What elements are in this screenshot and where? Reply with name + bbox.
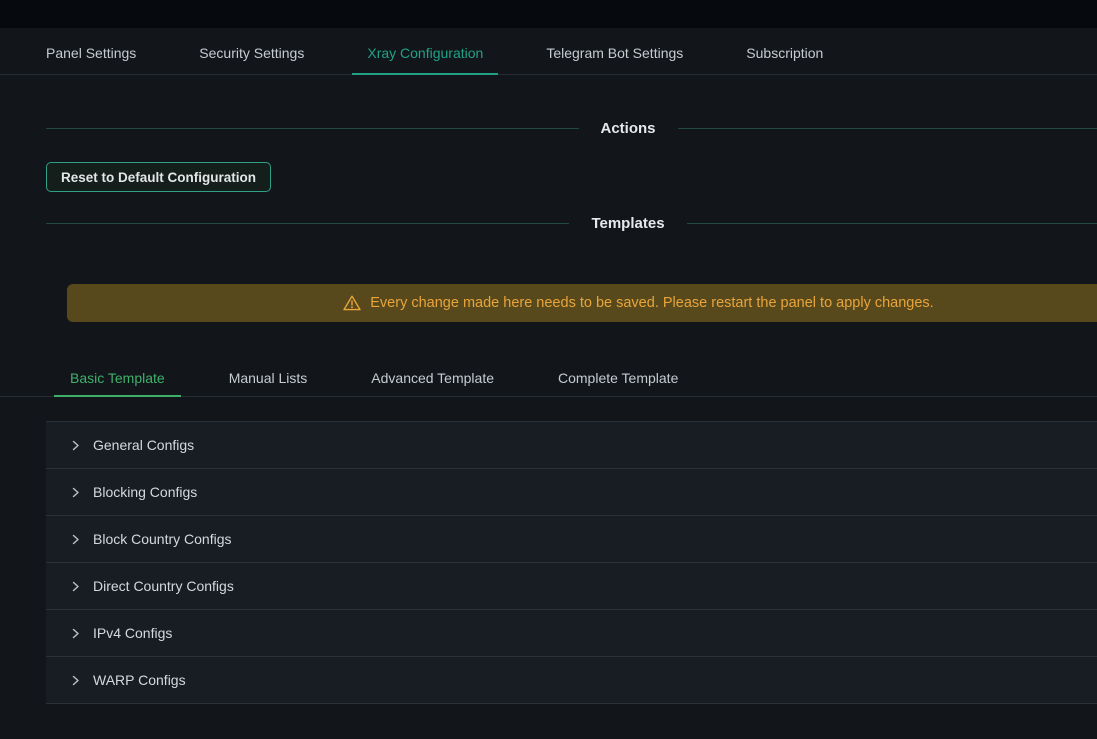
template-tabs: Basic Template Manual Lists Advanced Tem… — [0, 359, 1097, 397]
settings-tabs: Panel Settings Security Settings Xray Co… — [0, 34, 1097, 75]
warning-triangle-icon — [343, 295, 361, 311]
accordion-item-blocking-configs[interactable]: Blocking Configs — [46, 469, 1097, 516]
window-top-bar — [0, 0, 1097, 28]
tab-telegram-bot-settings[interactable]: Telegram Bot Settings — [531, 34, 698, 74]
accordion-item-label: Direct Country Configs — [93, 578, 234, 594]
accordion-item-direct-country-configs[interactable]: Direct Country Configs — [46, 563, 1097, 610]
accordion-item-label: Block Country Configs — [93, 531, 232, 547]
reset-to-default-button[interactable]: Reset to Default Configuration — [46, 162, 271, 192]
templates-divider: Templates — [46, 214, 1097, 232]
chevron-right-icon — [70, 440, 81, 451]
accordion-item-block-country-configs[interactable]: Block Country Configs — [46, 516, 1097, 563]
templates-section-title: Templates — [569, 215, 686, 232]
restart-warning-banner: Every change made here needs to be saved… — [67, 284, 1097, 322]
tab-subscription[interactable]: Subscription — [731, 34, 838, 74]
config-accordion: General Configs Blocking Configs Block C… — [46, 421, 1097, 704]
accordion-item-label: IPv4 Configs — [93, 625, 172, 641]
accordion-item-general-configs[interactable]: General Configs — [46, 422, 1097, 469]
actions-divider: Actions — [46, 119, 1097, 137]
chevron-right-icon — [70, 534, 81, 545]
accordion-item-label: WARP Configs — [93, 672, 186, 688]
accordion-item-warp-configs[interactable]: WARP Configs — [46, 657, 1097, 704]
chevron-right-icon — [70, 675, 81, 686]
accordion-item-label: Blocking Configs — [93, 484, 197, 500]
tab-complete-template[interactable]: Complete Template — [542, 359, 694, 396]
accordion-item-ipv4-configs[interactable]: IPv4 Configs — [46, 610, 1097, 657]
tab-panel-settings[interactable]: Panel Settings — [31, 34, 151, 74]
chevron-right-icon — [70, 628, 81, 639]
chevron-right-icon — [70, 487, 81, 498]
accordion-item-label: General Configs — [93, 437, 194, 453]
tab-manual-lists[interactable]: Manual Lists — [213, 359, 324, 396]
chevron-right-icon — [70, 581, 81, 592]
tab-security-settings[interactable]: Security Settings — [184, 34, 319, 74]
actions-section-title: Actions — [579, 120, 678, 137]
warning-message: Every change made here needs to be saved… — [370, 295, 933, 311]
tab-xray-configuration[interactable]: Xray Configuration — [352, 34, 498, 74]
tab-basic-template[interactable]: Basic Template — [54, 359, 181, 396]
actions-button-row: Reset to Default Configuration — [46, 162, 1097, 192]
tab-advanced-template[interactable]: Advanced Template — [355, 359, 510, 396]
